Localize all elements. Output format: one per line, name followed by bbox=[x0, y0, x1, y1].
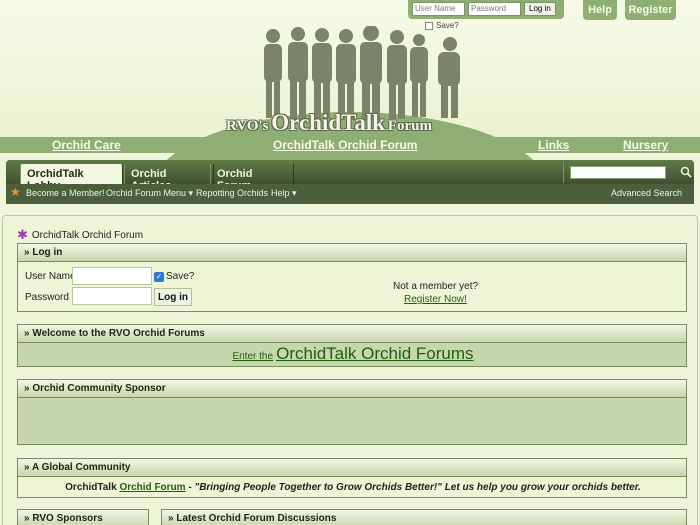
search-icon bbox=[680, 166, 692, 178]
repotting-link[interactable]: Repotting Orchids bbox=[196, 188, 268, 198]
become-member-link[interactable]: Become a Member! bbox=[26, 188, 105, 198]
welcome-block-header[interactable]: » Welcome to the RVO Orchid Forums bbox=[17, 324, 687, 343]
username-label: User Name bbox=[25, 271, 76, 282]
header-link-orchid-care[interactable]: Orchid Care bbox=[52, 138, 121, 152]
global-block-header[interactable]: » A Global Community bbox=[17, 458, 687, 477]
main-navbar: OrchidTalk Lobby Orchid Articles Orchid … bbox=[6, 160, 694, 204]
site-header: RVO's OrchidTalk Forum Orchid Care Orchi… bbox=[0, 0, 700, 192]
help-dropdown[interactable]: Help ▾ bbox=[271, 188, 297, 199]
orchid-flower-icon: ✱ bbox=[17, 227, 28, 242]
logo-prefix: RVO's bbox=[226, 118, 269, 134]
forum-menu-dropdown[interactable]: Orchid Forum Menu ▾ bbox=[106, 188, 193, 199]
help-menu-label: Help bbox=[271, 188, 290, 198]
enter-big-text: OrchidTalk Orchid Forums bbox=[276, 344, 474, 363]
navbar-submenu-row: ★ Become a Member! Orchid Forum Menu ▾ R… bbox=[6, 184, 694, 204]
global-lead: OrchidTalk bbox=[65, 482, 117, 493]
chevron-down-icon: ▾ bbox=[292, 188, 297, 198]
top-login-button[interactable]: Log in bbox=[524, 2, 556, 16]
logo-name: OrchidTalk bbox=[271, 110, 386, 135]
register-now-link[interactable]: Register Now! bbox=[404, 294, 467, 305]
chevron-down-icon: ▾ bbox=[188, 188, 194, 198]
tab-orchid-articles[interactable]: Orchid Articles bbox=[124, 164, 214, 192]
sponsor-block-header[interactable]: » Orchid Community Sponsor bbox=[17, 379, 687, 398]
top-save-checkbox[interactable]: Save? bbox=[425, 21, 459, 30]
register-button[interactable]: Register bbox=[625, 0, 676, 20]
tab-orchid-forum[interactable]: Orchid Forum bbox=[210, 164, 294, 192]
main-content: ✱ OrchidTalk Orchid Forum » Log in User … bbox=[2, 215, 698, 525]
save-label: Save? bbox=[166, 271, 195, 282]
password-label: Password bbox=[25, 292, 69, 303]
welcome-block-body: Enter the OrchidTalk Orchid Forums bbox=[17, 343, 687, 367]
help-button[interactable]: Help bbox=[583, 0, 617, 20]
tab-orchidtalk-lobby[interactable]: OrchidTalk Lobby bbox=[20, 164, 123, 192]
sponsor-block-body bbox=[17, 398, 687, 445]
login-block-body: User Name ✓ Save? Password Log in Not a … bbox=[17, 262, 687, 312]
search-input[interactable] bbox=[570, 166, 666, 179]
breadcrumb: ✱ OrchidTalk Orchid Forum bbox=[17, 227, 143, 243]
enter-small-text: Enter the bbox=[232, 351, 274, 362]
breadcrumb-text[interactable]: OrchidTalk Orchid Forum bbox=[32, 230, 143, 241]
site-logo[interactable]: RVO's OrchidTalk Forum bbox=[226, 110, 432, 136]
username-input[interactable] bbox=[72, 267, 152, 285]
top-save-label: Save? bbox=[436, 21, 459, 30]
star-icon: ★ bbox=[10, 185, 21, 199]
global-block-body: OrchidTalk Orchid Forum - "Bringing Peop… bbox=[17, 477, 687, 498]
password-input[interactable] bbox=[72, 287, 152, 305]
sponsors-block-header[interactable]: » RVO Sponsors bbox=[17, 509, 149, 525]
discussions-block-header[interactable]: » Latest Orchid Forum Discussions bbox=[161, 509, 687, 525]
header-link-nursery[interactable]: Nursery bbox=[623, 138, 668, 152]
top-save-box[interactable] bbox=[425, 21, 433, 30]
not-member-text: Not a member yet? bbox=[393, 281, 479, 292]
logo-suffix: Forum bbox=[387, 118, 432, 134]
global-rest: Let us help you grow your orchids better… bbox=[441, 482, 641, 493]
navbar-search bbox=[563, 162, 677, 183]
global-forum-link[interactable]: Orchid Forum bbox=[119, 482, 185, 493]
global-tagline: OrchidTalk Orchid Forum - "Bringing Peop… bbox=[18, 482, 688, 493]
login-button[interactable]: Log in bbox=[154, 288, 192, 306]
login-block-header[interactable]: » Log in bbox=[17, 243, 687, 262]
header-link-forum[interactable]: OrchidTalk Orchid Forum bbox=[273, 138, 417, 152]
save-checkbox[interactable]: ✓ bbox=[154, 272, 164, 282]
navbar-tabs-row: OrchidTalk Lobby Orchid Articles Orchid … bbox=[6, 160, 696, 192]
header-link-links[interactable]: Links bbox=[538, 138, 569, 152]
top-login-bar: User Name Password Log in bbox=[408, 0, 564, 19]
top-username-input[interactable]: User Name bbox=[412, 2, 465, 16]
forum-menu-label: Orchid Forum Menu bbox=[106, 188, 187, 198]
advanced-search-link[interactable]: Advanced Search bbox=[611, 188, 682, 198]
search-button[interactable] bbox=[680, 163, 696, 181]
enter-forums-link[interactable]: Enter the OrchidTalk Orchid Forums bbox=[18, 344, 688, 364]
top-password-input[interactable]: Password bbox=[468, 2, 521, 16]
global-quote: "Bringing People Together to Grow Orchid… bbox=[194, 482, 442, 493]
